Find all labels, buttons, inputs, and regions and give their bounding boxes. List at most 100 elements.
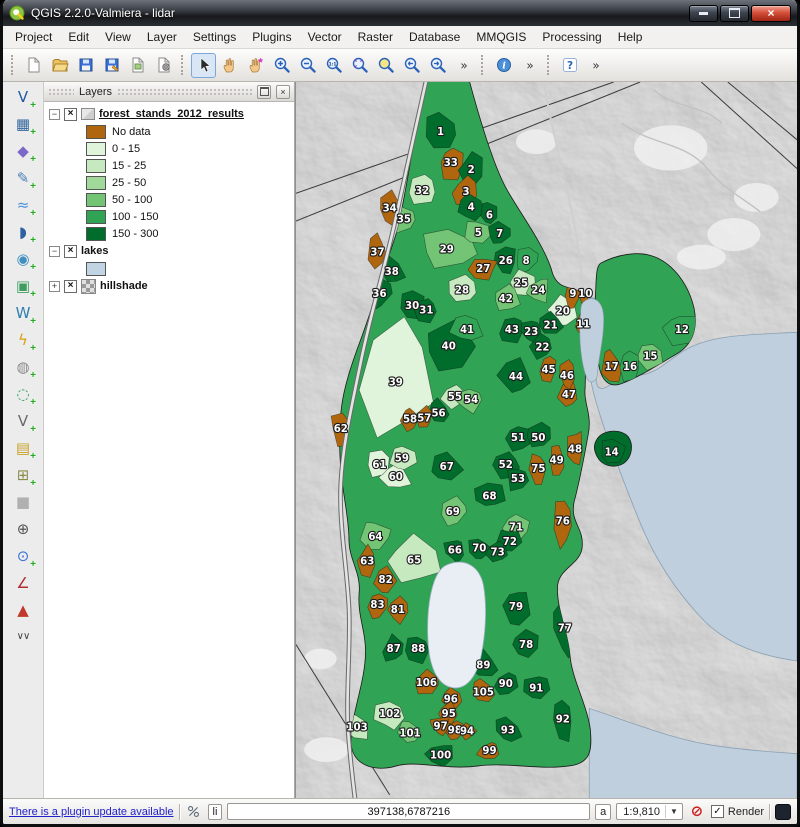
new-print-composer-button[interactable] xyxy=(125,53,150,78)
add-raster-layer-button[interactable]: ▦+ xyxy=(9,112,37,137)
save-project-as-button[interactable] xyxy=(99,53,124,78)
svg-text:88: 88 xyxy=(411,643,425,655)
add-wfs-layer-button[interactable]: W+ xyxy=(9,301,37,326)
expander-icon[interactable]: − xyxy=(49,246,60,257)
legend-swatch xyxy=(86,159,106,173)
coordinate-display[interactable] xyxy=(227,803,590,820)
add-wms-layer-button[interactable]: ◉+ xyxy=(9,247,37,272)
menu-help[interactable]: Help xyxy=(610,27,651,47)
touch-zoom-pan-button[interactable] xyxy=(191,53,216,78)
help-contents-button[interactable]: ? xyxy=(557,53,582,78)
legend-label: 15 - 25 xyxy=(112,160,146,172)
add-gpx-layer-button[interactable]: ◍+ xyxy=(9,355,37,380)
zoom-next-button[interactable] xyxy=(425,53,450,78)
menu-plugins[interactable]: Plugins xyxy=(244,27,299,47)
zoom-full-extent-button[interactable] xyxy=(347,53,372,78)
coordinate-capture-button[interactable]: ⊕ xyxy=(9,517,37,542)
zoom-out-button[interactable] xyxy=(295,53,320,78)
plugin-update-link[interactable]: There is a plugin update available xyxy=(9,806,174,818)
scale-combobox[interactable]: 1:9,810 ▼ xyxy=(616,803,683,820)
zoom-to-selection-button[interactable] xyxy=(373,53,398,78)
add-oracle-layer-button[interactable]: ◗+ xyxy=(9,220,37,245)
panel-close-button[interactable]: × xyxy=(276,85,290,99)
legend-swatch xyxy=(86,125,106,139)
map-canvas[interactable]: 1332343233546573729268382725249103628422… xyxy=(295,82,797,798)
layer-row-forest_stands_2012_results[interactable]: −×forest_stands_2012_results xyxy=(44,105,294,123)
svg-text:31: 31 xyxy=(419,304,433,316)
log-messages-icon[interactable] xyxy=(775,804,791,820)
svg-text:106: 106 xyxy=(416,677,437,689)
add-spatialite-layer-button[interactable]: ✎+ xyxy=(9,166,37,191)
svg-text:32: 32 xyxy=(415,185,429,197)
stop-render-icon[interactable]: ⊘ xyxy=(688,803,706,821)
render-checkbox[interactable]: ✓ xyxy=(711,805,724,818)
svg-text:79: 79 xyxy=(509,601,523,613)
new-project-button[interactable] xyxy=(21,53,46,78)
layer-row-hillshade[interactable]: +×hillshade xyxy=(44,277,294,295)
menu-mmqgis[interactable]: MMQGIS xyxy=(468,27,534,47)
layers-panel-header[interactable]: Layers × xyxy=(44,82,294,102)
create-annotation-layer-button[interactable]: ⊞+ xyxy=(9,463,37,488)
svg-text:10: 10 xyxy=(578,288,592,300)
topology-checker-button[interactable]: ▲ xyxy=(9,598,37,623)
menu-edit[interactable]: Edit xyxy=(60,27,97,47)
new-shapefile-layer-icon: V xyxy=(18,414,28,429)
layer-row-lakes[interactable]: −× lakes xyxy=(44,242,294,260)
layer-name: lakes xyxy=(81,245,109,257)
composer-manager-button[interactable] xyxy=(151,53,176,78)
minimize-button[interactable] xyxy=(689,5,718,22)
menu-layer[interactable]: Layer xyxy=(139,27,185,47)
attributes-overflow-button[interactable]: » xyxy=(517,53,542,78)
layer-visibility-checkbox[interactable]: × xyxy=(64,108,77,121)
menu-project[interactable]: Project xyxy=(7,27,60,47)
gps-information-button[interactable]: ⊙+ xyxy=(9,544,37,569)
maximize-button[interactable] xyxy=(720,5,749,22)
menu-processing[interactable]: Processing xyxy=(534,27,609,47)
open-project-button[interactable] xyxy=(47,53,72,78)
add-wcs-layer-button[interactable]: ▣+ xyxy=(9,274,37,299)
help-overflow-button[interactable]: » xyxy=(583,53,608,78)
add-vector-layer-button[interactable]: V+ xyxy=(9,85,37,110)
add-delimited-text-layer-button[interactable]: ϟ+ xyxy=(9,328,37,353)
new-shapefile-layer-button[interactable]: V+ xyxy=(9,409,37,434)
add-mssql-layer-button[interactable]: ≈+ xyxy=(9,193,37,218)
titlebar[interactable]: QGIS 2.2.0-Valmiera - lidar × xyxy=(3,0,797,26)
zoom-actual-size-button[interactable]: 1:1 xyxy=(321,53,346,78)
percent-icon[interactable] xyxy=(185,803,203,821)
menu-database[interactable]: Database xyxy=(401,27,468,47)
svg-text:81: 81 xyxy=(391,604,405,616)
layer-visibility-checkbox[interactable]: × xyxy=(64,280,77,293)
save-project-button[interactable] xyxy=(73,53,98,78)
menu-vector[interactable]: Vector xyxy=(300,27,350,47)
menu-raster[interactable]: Raster xyxy=(350,27,401,47)
add-web-layer-button[interactable]: ◌+ xyxy=(9,382,37,407)
zoom-in-button[interactable] xyxy=(269,53,294,78)
pan-to-selection-button[interactable] xyxy=(243,53,268,78)
svg-text:60: 60 xyxy=(389,471,403,483)
hand-icon xyxy=(221,56,239,74)
layer-visibility-checkbox[interactable]: × xyxy=(64,245,77,258)
status-box-a[interactable]: a xyxy=(595,804,611,820)
panel-float-button[interactable] xyxy=(257,85,271,99)
status-box-li[interactable]: li xyxy=(208,804,223,820)
menu-view[interactable]: View xyxy=(97,27,139,47)
zoom-last-button[interactable] xyxy=(399,53,424,78)
pan-map-button[interactable] xyxy=(217,53,242,78)
qgis-window: QGIS 2.2.0-Valmiera - lidar × ProjectEdi… xyxy=(0,0,800,827)
svg-text:51: 51 xyxy=(511,432,525,444)
layers-panel-title: Layers xyxy=(79,86,112,98)
expander-icon[interactable]: − xyxy=(49,109,60,120)
close-button[interactable]: × xyxy=(751,5,791,22)
svg-text:82: 82 xyxy=(379,574,393,586)
menu-settings[interactable]: Settings xyxy=(185,27,244,47)
identify-features-button[interactable]: i xyxy=(491,53,516,78)
zoom-full-icon xyxy=(351,56,369,74)
side-toolbar-overflow-button[interactable]: ∨∨ xyxy=(17,631,30,642)
expander-icon[interactable]: + xyxy=(49,281,60,292)
add-postgis-layer-button[interactable]: ◆+ xyxy=(9,139,37,164)
measure-angle-button[interactable]: ∠ xyxy=(9,571,37,596)
legend-item: 25 - 50 xyxy=(44,174,294,191)
new-spatialite-layer-button[interactable]: ▤+ xyxy=(9,436,37,461)
nav-overflow-button[interactable]: » xyxy=(451,53,476,78)
remove-layer-button[interactable]: ■ xyxy=(9,490,37,515)
